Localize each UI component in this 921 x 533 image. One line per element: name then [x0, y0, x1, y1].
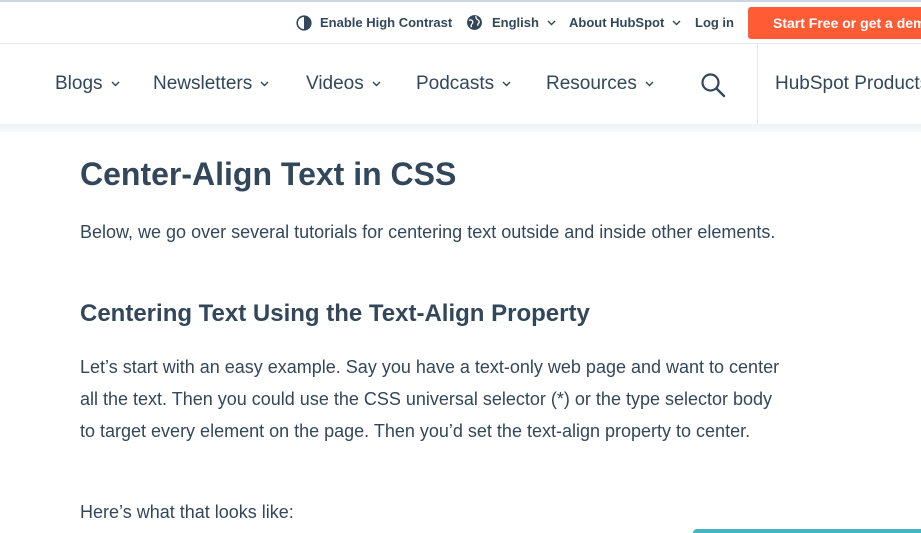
contrast-icon [296, 14, 312, 31]
article-title: Center-Align Text in CSS [80, 156, 457, 192]
chevron-down-icon [111, 81, 120, 87]
hubspot-products-menu[interactable]: HubSpot Products [775, 44, 921, 124]
nav-item-label: Podcasts [416, 73, 495, 94]
intro-paragraph: Below, we go over several tutorials for … [80, 222, 776, 242]
search-icon [701, 73, 726, 98]
nav-item-label: Blogs [55, 73, 103, 94]
high-contrast-toggle[interactable]: Enable High Contrast [296, 2, 452, 43]
high-contrast-label: Enable High Contrast [320, 15, 453, 30]
nav-item-podcasts[interactable]: Podcasts [416, 44, 511, 124]
chevron-down-icon [645, 81, 654, 87]
main-nav: Blogs Newsletters Videos Podcasts Resour… [0, 44, 921, 124]
nav-item-resources[interactable]: Resources [546, 44, 654, 124]
nav-item-newsletters[interactable]: Newsletters [153, 44, 269, 124]
about-label: About HubSpot [569, 15, 665, 30]
nav-item-videos[interactable]: Videos [306, 44, 381, 124]
about-hubspot-menu[interactable]: About HubSpot [569, 2, 681, 43]
body-paragraph: Let’s start with an easy example. Say yo… [80, 357, 780, 441]
nav-item-label: Newsletters [153, 73, 253, 94]
chevron-down-icon [672, 20, 681, 25]
chevron-down-icon [260, 81, 269, 87]
products-label: HubSpot Products [775, 73, 921, 94]
utility-bar: Enable High Contrast English About HubSp… [0, 2, 921, 44]
nav-divider [757, 44, 758, 124]
section-heading: Centering Text Using the Text-Align Prop… [80, 300, 590, 327]
lead-in-paragraph: Here’s what that looks like: [80, 502, 294, 522]
start-free-label: Start Free or get a demo [773, 15, 921, 31]
nav-item-label: Resources [546, 73, 637, 94]
language-label: English [492, 15, 539, 30]
login-link[interactable]: Log in [695, 2, 734, 43]
chevron-down-icon [547, 20, 556, 25]
login-label: Log in [695, 15, 734, 30]
chevron-down-icon [502, 81, 511, 87]
language-selector[interactable]: English [466, 2, 556, 43]
nav-item-label: Videos [306, 73, 364, 94]
globe-icon [467, 15, 482, 30]
chevron-down-icon [372, 81, 381, 87]
code-block-top [693, 529, 921, 533]
start-free-button[interactable]: Start Free or get a demo [748, 7, 921, 39]
nav-shadow [0, 124, 921, 132]
nav-item-blogs[interactable]: Blogs [55, 44, 120, 124]
search-button[interactable] [700, 72, 726, 103]
